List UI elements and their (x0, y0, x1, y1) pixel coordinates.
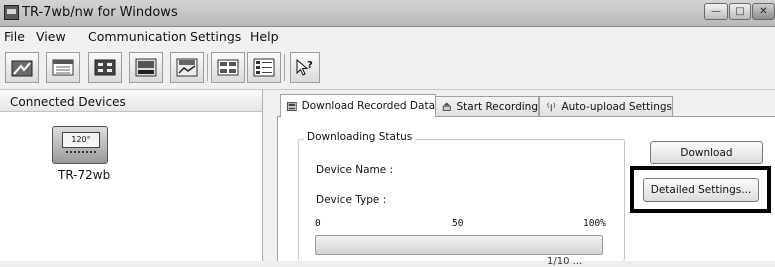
close-button[interactable]: ✕ (752, 3, 775, 20)
tab-start-recording[interactable]: Start Recording (435, 96, 539, 116)
minimize-button[interactable]: — (704, 3, 728, 20)
highlight-annotation-box (630, 166, 771, 213)
connected-devices-title: Connected Devices (10, 95, 126, 109)
maximize-icon: □ (735, 6, 745, 17)
downloading-status-title: Downloading Status (304, 131, 416, 143)
toolbar-button-list-view[interactable] (247, 52, 281, 83)
app-icon (4, 5, 19, 20)
menu-file[interactable]: File (4, 29, 25, 44)
progress-min-label: 0 (315, 218, 321, 229)
tab-download-recorded-data[interactable]: Download Recorded Data (280, 94, 436, 117)
split-view-icon (217, 59, 239, 76)
progress-mid-label: 50 (452, 218, 464, 229)
twd-device-icon (11, 60, 33, 77)
close-icon: ✕ (759, 6, 768, 17)
list-view-icon (253, 58, 275, 77)
tab-auto-upload-settings[interactable]: Auto-upload Settings (539, 96, 673, 116)
toolbar-button-warning[interactable] (129, 52, 163, 83)
warning-device-icon (135, 58, 157, 77)
menu-help[interactable]: Help (250, 29, 279, 44)
antenna-icon (547, 102, 556, 112)
menu-settings[interactable]: Settings (190, 29, 241, 44)
toolbar-button-now[interactable] (170, 52, 204, 83)
now-monitor-icon (176, 58, 198, 77)
tab-label: Start Recording (456, 100, 538, 113)
toolbar-button-readings[interactable] (88, 52, 122, 83)
progress-partial-text: 1/10 ... (547, 256, 583, 267)
tab-label: Auto-upload Settings (561, 100, 672, 113)
connected-devices-panel (0, 90, 263, 261)
download-progress-bar (315, 235, 603, 255)
toolbar-button-data[interactable] (46, 52, 80, 83)
window-title: TR-7wb/nw for Windows (22, 5, 178, 20)
toolbar-button-help[interactable]: ? (290, 52, 320, 83)
toolbar-button-twd[interactable] (5, 52, 39, 83)
device-type-label: Device Type : (316, 194, 387, 206)
toolbar-separator (207, 54, 208, 81)
menu-communication[interactable]: Communication (88, 29, 187, 44)
minimize-icon: — (711, 6, 721, 17)
download-button[interactable]: Download (650, 141, 763, 164)
download-tab-icon (287, 101, 297, 111)
toolbar-button-split-view[interactable] (211, 52, 245, 83)
maximize-button[interactable]: □ (729, 3, 751, 20)
menu-view[interactable]: View (36, 29, 66, 44)
device-screen: 120° (62, 132, 100, 148)
device-keys (66, 151, 96, 159)
help-cursor-icon: ? (296, 58, 313, 76)
device-name-label: Device Name : (316, 164, 394, 176)
start-recording-tab-icon (442, 102, 451, 111)
tab-label: Download Recorded Data (301, 100, 435, 112)
data-table-icon (52, 59, 74, 76)
toolbar-separator (284, 54, 285, 81)
device-label[interactable]: TR-72wb (58, 168, 110, 182)
progress-max-label: 100% (583, 218, 606, 229)
readings-icon (94, 59, 116, 76)
device-tr72wb-icon[interactable]: 120° (52, 126, 108, 164)
svg-text:?: ? (307, 60, 313, 71)
